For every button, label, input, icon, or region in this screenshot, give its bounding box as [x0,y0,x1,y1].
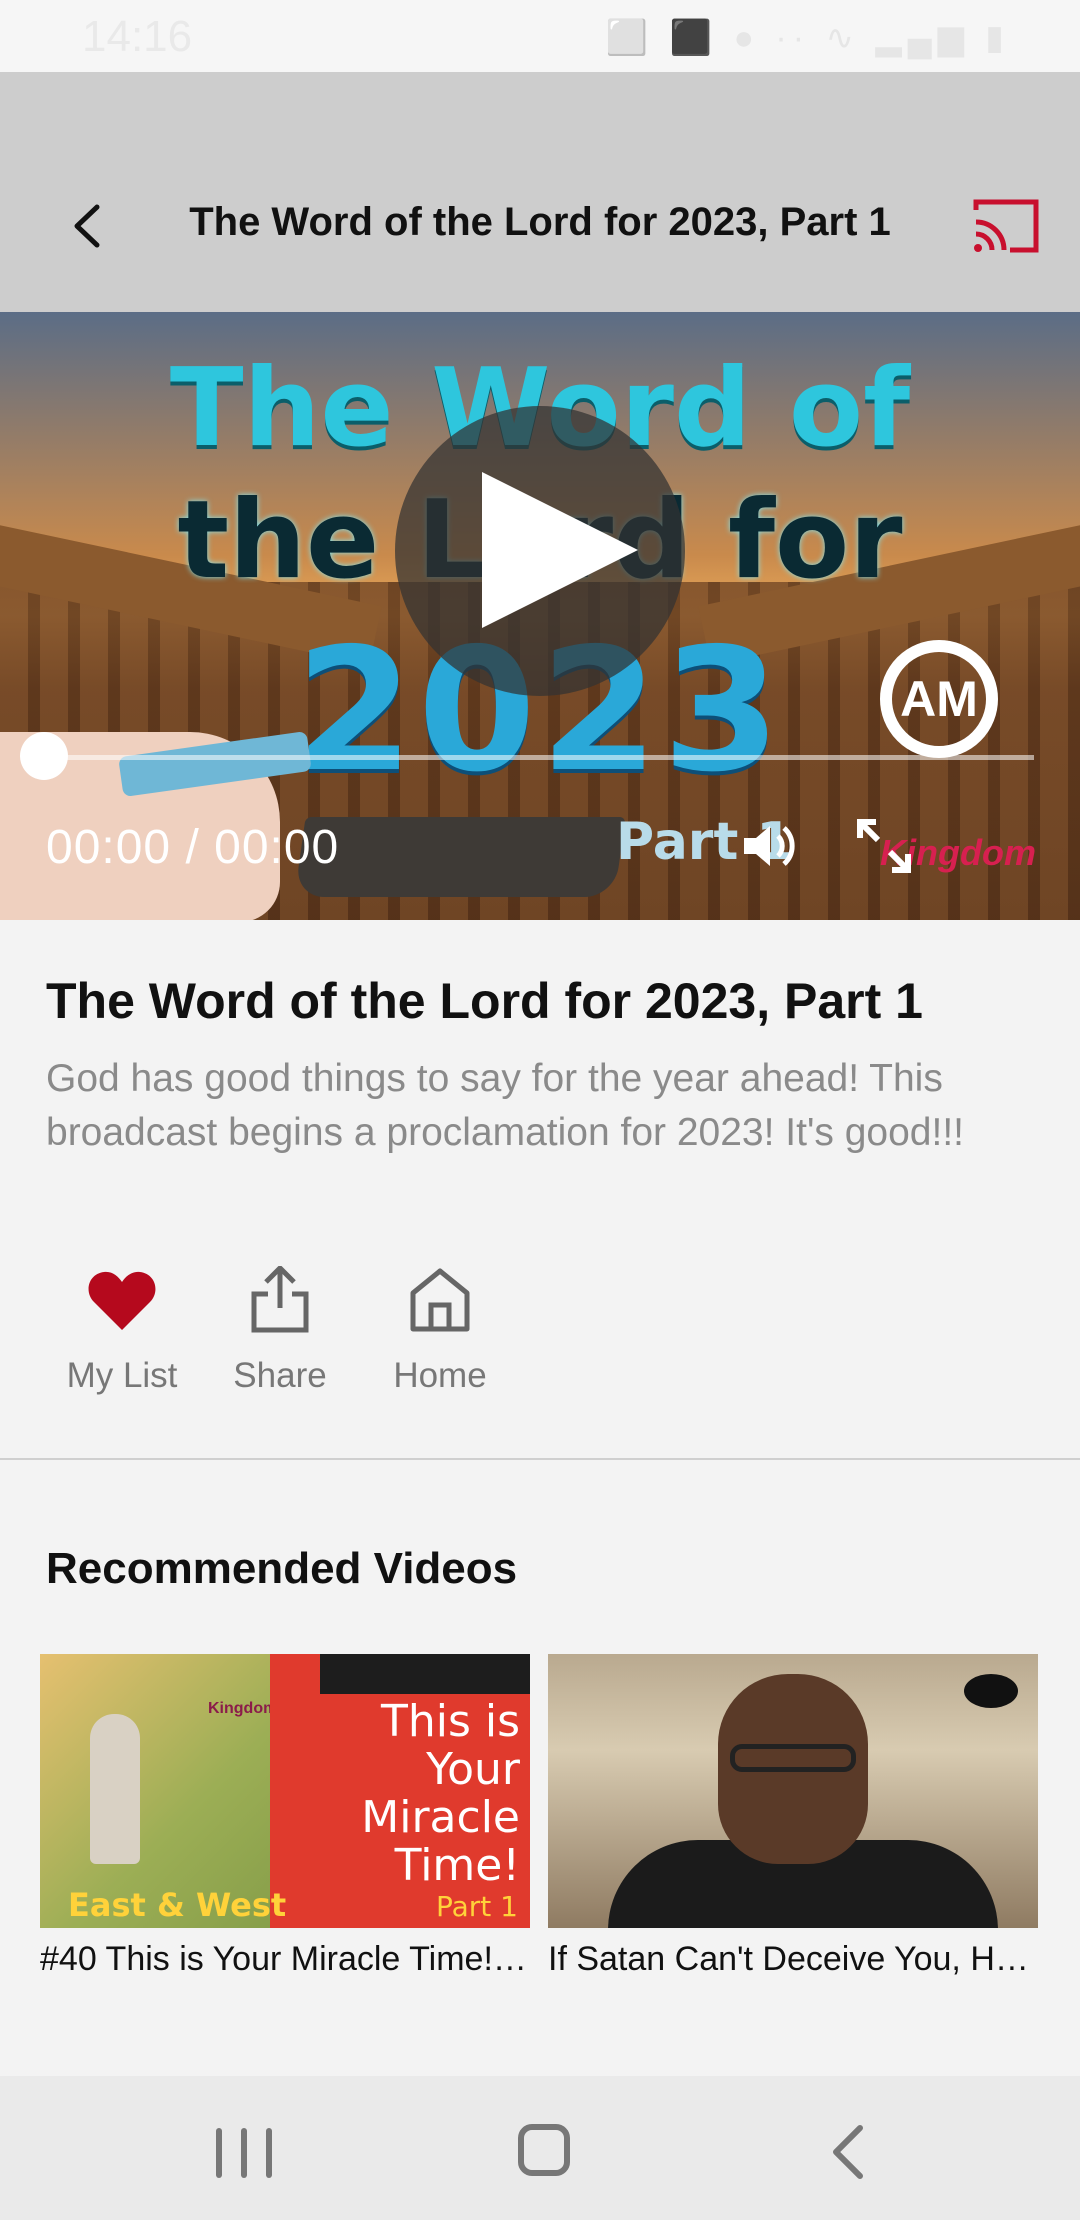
video-caption[interactable]: #40 This is Your Miracle Time! Part 1 [40,1940,530,1979]
cast-icon [973,199,1039,253]
recommended-video-card[interactable]: If Satan Can't Deceive You, He Will Try … [548,1654,1038,1979]
home-icon [410,1268,470,1332]
thumbnail-badge [964,1674,1018,1708]
divider [0,1458,1080,1460]
back-nav-icon[interactable] [826,2122,870,2182]
video-thumbnail[interactable] [548,1654,1038,1928]
share-icon [251,1266,309,1333]
share-label: Share [233,1356,327,1395]
recents-icon[interactable] [216,2128,272,2178]
time-readout: 00:00 / 00:00 [46,821,340,874]
volume-button[interactable] [736,814,800,878]
thumbnail-text: This is Your Miracle Time! [361,1696,520,1891]
status-icons: ⬜ ⬛ ● ·· ∿ ▂▄▆ ▮ [605,19,1010,57]
recommended-title: Recommended Videos [46,1544,518,1593]
thumbnail-tag: East & West [68,1886,287,1924]
cast-button[interactable] [970,196,1042,260]
heart-icon [88,1271,156,1330]
fullscreen-icon [857,819,911,873]
video-thumbnail[interactable]: Kingdom 1st TV This is Your Miracle Time… [40,1654,530,1928]
video-caption[interactable]: If Satan Can't Deceive You, He Will Try … [548,1940,1038,1979]
page-title: The Word of the Lord for 2023, Part 1 [189,200,891,244]
fullscreen-button[interactable] [856,818,912,874]
my-list-button[interactable]: My List [52,1260,192,1396]
video-player[interactable]: The Word of the Lord for 2023 Part 1 AM … [0,312,1080,920]
thumbnail-part: Part 1 [436,1890,518,1923]
seek-bar[interactable] [44,755,1034,760]
status-bar: 14:16 ⬜ ⬛ ● ·· ∿ ▂▄▆ ▮ [0,0,1080,72]
brand-logo: AM [880,640,998,758]
bible-image [294,817,626,897]
thumbnail-figure [90,1714,140,1864]
volume-icon [744,826,795,866]
chevron-left-icon [74,204,100,248]
thumbnail-glasses [730,1744,856,1772]
status-time: 14:16 [82,12,193,61]
my-list-label: My List [66,1356,178,1395]
back-button[interactable] [58,190,114,262]
video-description: God has good things to say for the year … [46,1057,965,1154]
home-nav-icon[interactable] [518,2124,570,2176]
system-nav-bar [0,2076,1080,2220]
thumbnail-corner [320,1654,530,1694]
home-label: Home [393,1356,487,1395]
play-icon [482,472,638,628]
video-title: The Word of the Lord for 2023, Part 1 [46,973,923,1029]
seek-handle[interactable] [20,732,68,780]
app-bar [0,72,1080,312]
recommended-video-card[interactable]: Kingdom 1st TV This is Your Miracle Time… [40,1654,530,1979]
home-button[interactable]: Home [370,1260,510,1396]
share-button[interactable]: Share [210,1260,350,1396]
